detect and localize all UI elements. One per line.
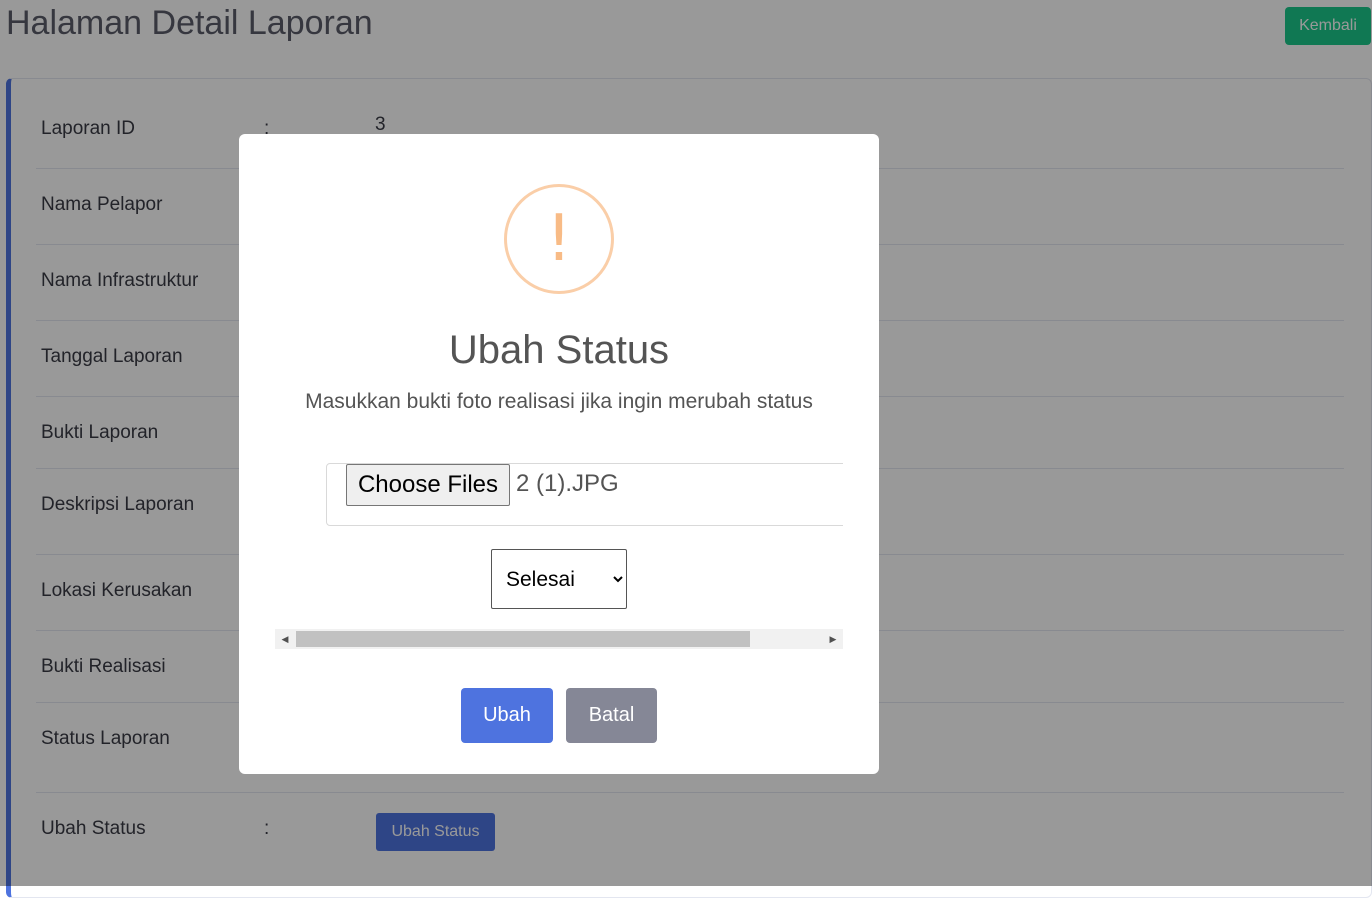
status-select[interactable]: Selesai [491, 549, 627, 609]
cancel-batal-button[interactable]: Batal [566, 688, 657, 743]
confirm-ubah-button[interactable]: Ubah [461, 688, 553, 743]
scroll-right-arrow-icon[interactable]: ▶ [823, 629, 843, 649]
warning-icon: ! [504, 184, 614, 294]
selected-file-name: 2 (1).JPG [516, 470, 619, 497]
modal-message: Masukkan bukti foto realisasi jika ingin… [305, 390, 813, 413]
ubah-status-dialog: ! Ubah Status Masukkan bukti foto realis… [239, 134, 879, 774]
modal-input-scroll-area: Choose Files 2 (1).JPG Selesai ◀ ▶ [275, 452, 843, 650]
file-input-field[interactable]: Choose Files 2 (1).JPG [326, 463, 843, 526]
scroll-left-arrow-icon[interactable]: ◀ [275, 629, 295, 649]
modal-title: Ubah Status [448, 328, 670, 372]
scrollbar-thumb[interactable] [296, 631, 750, 647]
warning-icon-glyph: ! [546, 202, 572, 276]
horizontal-scrollbar[interactable]: ◀ ▶ [275, 629, 843, 649]
choose-files-button[interactable]: Choose Files [346, 464, 510, 506]
